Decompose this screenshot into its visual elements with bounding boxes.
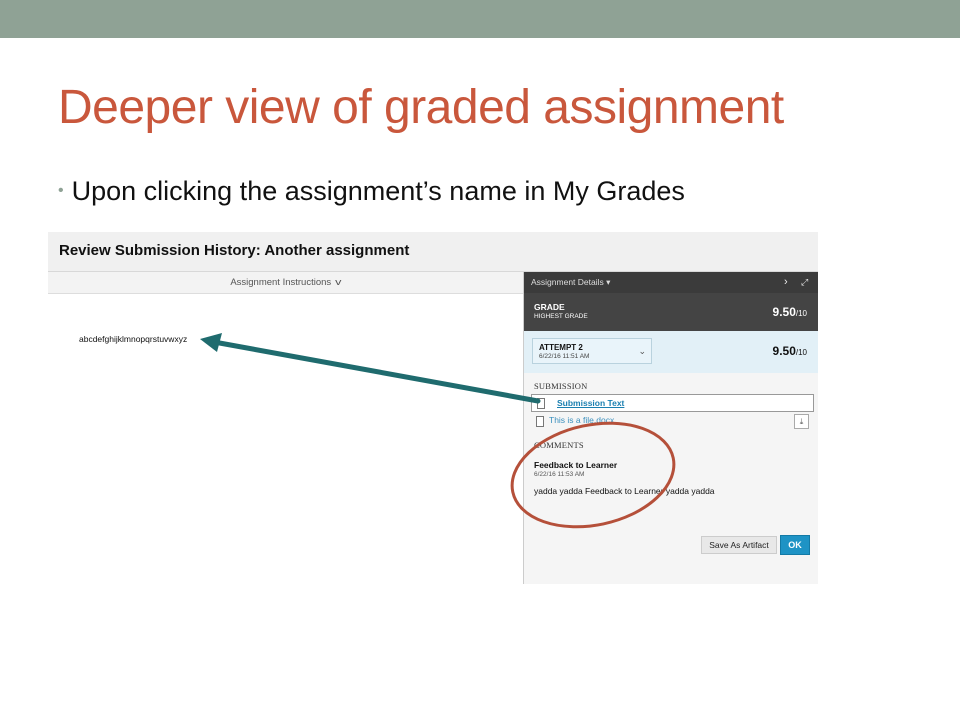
grade-value: 9.50/10: [772, 305, 807, 319]
attempt-grade-value: 9.50/10: [772, 344, 807, 358]
slide-title: Deeper view of graded assignment: [58, 81, 784, 134]
grade-label: GRADE: [534, 302, 565, 312]
grade-sublabel: HIGHEST GRADE: [534, 313, 588, 320]
feedback-date: 6/22/16 11:53 AM: [534, 471, 585, 478]
attempt-select[interactable]: ATTEMPT 2 6/22/16 11:51 AM ⌄: [532, 338, 652, 364]
document-icon: [537, 398, 545, 409]
assignment-instructions-toggle[interactable]: Assignment Instructions v: [48, 272, 523, 294]
attempt-box: ATTEMPT 2 6/22/16 11:51 AM ⌄ 9.50/10: [524, 331, 818, 373]
top-band: [0, 0, 960, 38]
chevron-down-icon: v: [335, 277, 342, 287]
screenshot-title: Review Submission History: Another assig…: [59, 242, 410, 259]
submission-heading: SUBMISSION: [534, 381, 588, 391]
attempt-date: 6/22/16 11:51 AM: [539, 353, 590, 360]
screenshot-window: Review Submission History: Another assig…: [48, 232, 818, 584]
submission-text-link[interactable]: Submission Text: [557, 398, 624, 408]
expand-icon[interactable]: ⤢: [801, 272, 808, 293]
attempt-label: ATTEMPT 2: [539, 343, 583, 352]
submission-row[interactable]: Submission Text: [531, 394, 814, 412]
comments-heading: COMMENTS: [534, 440, 584, 450]
save-as-artifact-button[interactable]: Save As Artifact: [701, 536, 777, 554]
instructions-label: Assignment Instructions: [230, 277, 332, 288]
ok-button[interactable]: OK: [780, 535, 810, 555]
assignment-details-panel: Assignment Details ▾ › ⤢ GRADE HIGHEST G…: [523, 272, 818, 584]
chevron-right-icon[interactable]: ›: [784, 272, 788, 293]
chevron-down-icon: ▾: [606, 277, 611, 287]
file-link[interactable]: This is a file.docx: [549, 415, 614, 425]
grade-box: GRADE HIGHEST GRADE 9.50/10: [524, 293, 818, 331]
file-row: This is a file.docx ⤓: [531, 414, 814, 430]
bullet-item: • Upon clicking the assignment’s name in …: [58, 176, 685, 207]
bullet-text: Upon clicking the assignment’s name in M…: [71, 176, 685, 206]
panel-header-label[interactable]: Assignment Details ▾: [531, 272, 610, 293]
bullet-dot-icon: •: [58, 182, 64, 199]
feedback-title: Feedback to Learner: [534, 460, 618, 470]
chevron-down-icon: ⌄: [638, 346, 646, 356]
download-icon[interactable]: ⤓: [794, 414, 809, 429]
panel-header: Assignment Details ▾ › ⤢: [524, 272, 818, 293]
screenshot-header: Review Submission History: Another assig…: [48, 232, 818, 272]
submission-body-text: abcdefghijklmnopqrstuvwxyz: [79, 334, 188, 344]
document-icon: [536, 416, 544, 427]
feedback-text: yadda yadda Feedback to Learner yadda ya…: [534, 486, 715, 496]
